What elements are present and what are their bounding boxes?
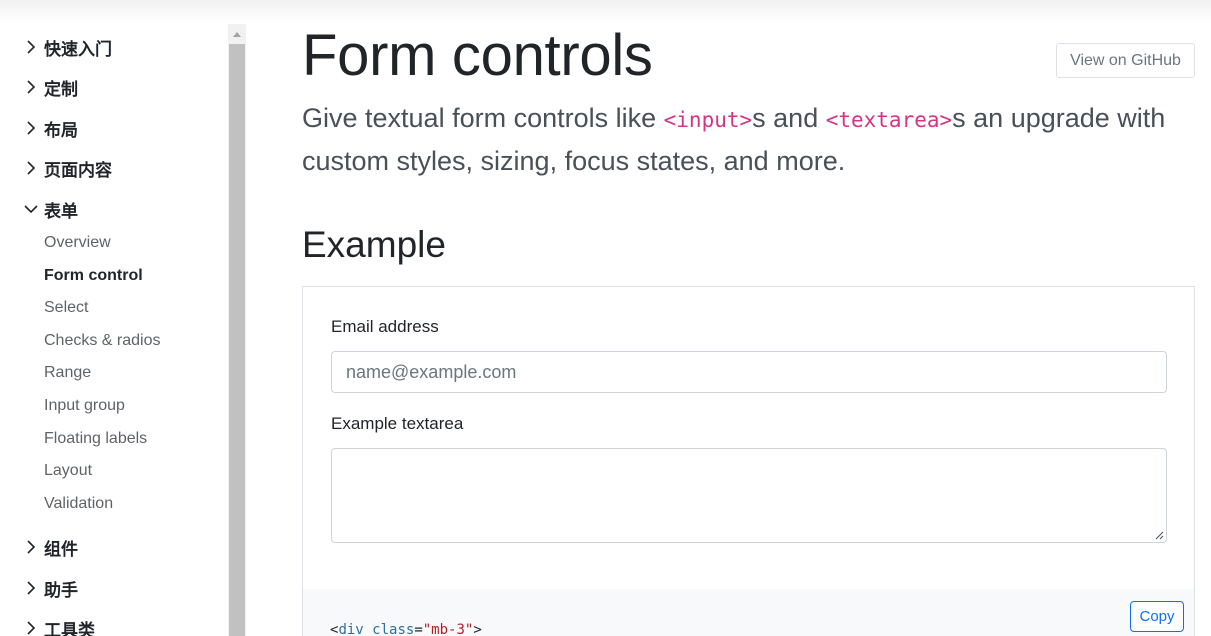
sidebar-group-label: 定制: [44, 79, 78, 100]
lead-code-input: <input>: [663, 108, 753, 132]
sidebar-item-validation[interactable]: Validation: [44, 493, 113, 515]
sidebar-group-utilities[interactable]: 工具类: [22, 615, 95, 636]
sidebar-item-form-control[interactable]: Form control: [44, 265, 143, 287]
top-shadow: [0, 0, 1211, 22]
sidebar-item-input-group[interactable]: Input group: [44, 395, 125, 417]
sidebar-group-label: 页面内容: [44, 160, 112, 181]
code-line: <div class="mb-3">: [330, 622, 482, 636]
resize-grip-icon[interactable]: [1154, 530, 1164, 540]
code-string: "mb-3": [422, 622, 474, 636]
chevron-right-icon: [22, 619, 40, 636]
sidebar-group-layout[interactable]: 布局: [22, 115, 78, 141]
example-preview: Email address Example textarea: [302, 286, 1195, 589]
lead-text: s and: [752, 103, 826, 133]
code-punct: =: [414, 622, 423, 636]
scroll-up-arrow-icon[interactable]: [228, 24, 246, 44]
sidebar-item-floating-labels[interactable]: Floating labels: [44, 428, 147, 450]
sidebar-group-helpers[interactable]: 助手: [22, 575, 78, 601]
section-heading-example: Example: [302, 224, 446, 265]
sidebar-group-customize[interactable]: 定制: [22, 74, 78, 100]
docs-sidebar: 快速入门 定制 布局 页面内容 表单 Overview Form control…: [0, 24, 228, 636]
code-attr: class: [363, 622, 415, 636]
code-punct: >: [473, 622, 482, 636]
sidebar-group-label: 快速入门: [44, 39, 112, 60]
chevron-right-icon: [22, 119, 40, 137]
sidebar-item-range[interactable]: Range: [44, 362, 91, 384]
sidebar-item-checks-radios[interactable]: Checks & radios: [44, 330, 161, 352]
sidebar-group-label: 工具类: [44, 620, 95, 636]
chevron-down-icon: [22, 200, 40, 218]
page-title: Form controls: [302, 23, 653, 88]
page-lead: Give textual form controls like <input>s…: [302, 98, 1202, 182]
sidebar-group-getting-started[interactable]: 快速入门: [22, 34, 112, 60]
sidebar-group-label: 组件: [44, 539, 78, 560]
chevron-right-icon: [22, 78, 40, 96]
view-on-github-button[interactable]: View on GitHub: [1056, 43, 1195, 78]
sidebar-group-forms[interactable]: 表单: [22, 196, 78, 222]
sidebar-group-label: 布局: [44, 120, 78, 141]
sidebar-scrollbar[interactable]: [228, 24, 246, 636]
chevron-right-icon: [22, 38, 40, 56]
chevron-right-icon: [22, 159, 40, 177]
sidebar-item-layout[interactable]: Layout: [44, 460, 92, 482]
sidebar-group-label: 表单: [44, 201, 78, 222]
sidebar-group-content[interactable]: 页面内容: [22, 155, 112, 181]
sidebar-item-select[interactable]: Select: [44, 297, 88, 319]
sidebar-item-overview[interactable]: Overview: [44, 232, 111, 254]
email-label: Email address: [331, 317, 439, 336]
chevron-right-icon: [22, 538, 40, 556]
lead-text: Give textual form controls like: [302, 103, 664, 133]
scrollbar-thumb[interactable]: [229, 44, 245, 636]
textarea-label: Example textarea: [331, 414, 464, 433]
email-input[interactable]: [331, 351, 1167, 393]
lead-code-textarea: <textarea>: [825, 108, 953, 132]
sidebar-group-label: 助手: [44, 580, 78, 601]
code-tag: div: [338, 622, 364, 636]
sidebar-group-components[interactable]: 组件: [22, 534, 78, 560]
example-textarea[interactable]: [331, 448, 1167, 543]
code-snippet: Copy <div class="mb-3">: [302, 589, 1195, 636]
chevron-right-icon: [22, 579, 40, 597]
copy-button[interactable]: Copy: [1130, 601, 1184, 632]
